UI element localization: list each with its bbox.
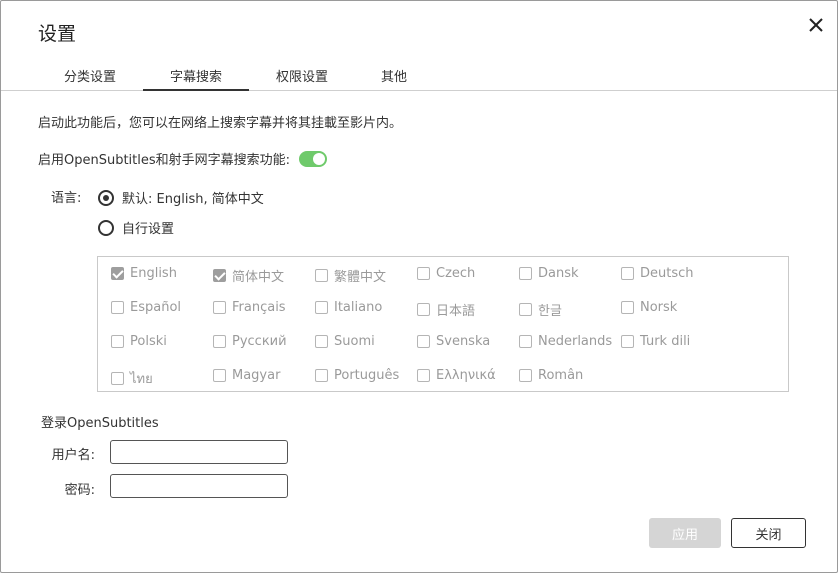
language-checkbox[interactable] <box>111 267 124 280</box>
language-option[interactable]: 简体中文 <box>213 266 284 285</box>
toggle-knob <box>313 152 326 165</box>
language-option-label: Svenska <box>436 334 491 349</box>
dialog-title: 设置 <box>38 23 77 45</box>
language-checkbox[interactable] <box>621 335 634 348</box>
language-checkbox[interactable] <box>315 369 328 382</box>
language-option-label: Nederlands <box>538 334 613 349</box>
password-label: 密码: <box>64 483 95 498</box>
language-option[interactable]: Nederlands <box>519 334 612 349</box>
language-option[interactable]: Svenska <box>417 334 490 349</box>
feature-description: 启动此功能后，您可以在网络上搜索字幕并将其挂載至影片内。 <box>38 116 403 131</box>
radio-default-language[interactable]: 默认: English, 简体中文 <box>98 188 264 207</box>
language-option[interactable]: Español <box>111 300 181 315</box>
language-option[interactable]: Norsk <box>621 300 677 315</box>
language-option[interactable]: Italiano <box>315 300 382 315</box>
language-option[interactable]: Turk dili <box>621 334 690 349</box>
language-checkbox[interactable] <box>417 267 430 280</box>
language-option-label: Magyar <box>232 368 281 383</box>
tab-category-settings[interactable]: 分类设置 <box>59 66 121 89</box>
language-option[interactable]: Deutsch <box>621 266 694 281</box>
enable-toggle[interactable] <box>299 150 328 167</box>
settings-dialog: 设置 分类设置 字幕搜索 权限设置 其他 启动此功能后，您可以在网络上搜索字幕并… <box>0 0 838 573</box>
language-checkbox[interactable] <box>213 335 226 348</box>
language-checkbox[interactable] <box>315 269 328 282</box>
radio-default-label: 默认: English, 简体中文 <box>122 192 264 207</box>
language-option[interactable]: Português <box>315 368 399 383</box>
radio-default-icon[interactable] <box>98 189 114 206</box>
language-option-label: Norsk <box>640 300 678 315</box>
language-option[interactable]: English <box>111 266 177 281</box>
language-option-label: Român <box>538 368 584 383</box>
language-option-label: 简体中文 <box>232 270 285 285</box>
language-option[interactable]: Polski <box>111 334 167 349</box>
language-checkbox[interactable] <box>111 335 124 348</box>
language-option-label: English <box>130 266 177 281</box>
language-option-label: Polski <box>130 334 167 349</box>
radio-custom-icon[interactable] <box>98 219 114 236</box>
language-option-label: Italiano <box>334 300 383 315</box>
language-checkbox[interactable] <box>417 303 430 316</box>
tab-subtitle-search[interactable]: 字幕搜索 <box>143 66 249 91</box>
language-option-label: Deutsch <box>640 266 694 281</box>
language-checkbox[interactable] <box>519 369 532 382</box>
language-option-label: Español <box>130 300 182 315</box>
language-checkbox[interactable] <box>519 267 532 280</box>
language-option[interactable]: 繁體中文 <box>315 266 386 285</box>
language-option-label: Ελληνικά <box>436 368 496 383</box>
enable-label: 启用OpenSubtitles和射手网字幕搜索功能: <box>38 153 291 168</box>
language-option[interactable]: Dansk <box>519 266 579 281</box>
language-option-label: Русский <box>232 334 287 349</box>
language-option-label: ไทย <box>130 372 153 387</box>
language-option[interactable]: Român <box>519 368 583 383</box>
close-button[interactable]: 关闭 <box>731 518 806 548</box>
enable-row: 启用OpenSubtitles和射手网字幕搜索功能: <box>38 149 328 168</box>
language-option-label: 繁體中文 <box>334 270 387 285</box>
language-checkbox[interactable] <box>213 301 226 314</box>
language-checkbox[interactable] <box>417 335 430 348</box>
language-option[interactable]: Ελληνικά <box>417 368 496 383</box>
language-option-label: Suomi <box>334 334 375 349</box>
language-checkbox[interactable] <box>621 301 634 314</box>
language-option[interactable]: 한글 <box>519 300 562 319</box>
language-checkbox[interactable] <box>213 369 226 382</box>
language-option[interactable]: ไทย <box>111 368 153 389</box>
language-checkbox-grid: English 简体中文 繁體中文 Czech Dansk Deutsch Español F… <box>97 256 789 392</box>
language-checkbox[interactable] <box>315 301 328 314</box>
language-checkbox[interactable] <box>621 267 634 280</box>
radio-custom-language[interactable]: 自行设置 <box>98 218 174 237</box>
language-option-label: 日本語 <box>436 304 476 319</box>
username-field[interactable] <box>110 440 288 464</box>
tab-other[interactable]: 其他 <box>373 66 415 89</box>
password-field[interactable] <box>110 474 288 498</box>
language-checkbox[interactable] <box>519 335 532 348</box>
language-option-label: Czech <box>436 266 476 281</box>
language-option[interactable]: Magyar <box>213 368 280 383</box>
tab-permission-settings[interactable]: 权限设置 <box>271 66 333 89</box>
language-option-label: Dansk <box>538 266 579 281</box>
language-option-label: Turk dili <box>640 334 691 349</box>
language-option-label: Français <box>232 300 286 315</box>
tab-bar: 分类设置 字幕搜索 权限设置 其他 <box>1 61 837 91</box>
language-checkbox[interactable] <box>417 369 430 382</box>
language-option-label: 한글 <box>538 304 562 319</box>
language-option[interactable]: Français <box>213 300 286 315</box>
login-title: 登录OpenSubtitles <box>41 416 159 431</box>
language-option[interactable]: Suomi <box>315 334 375 349</box>
language-option[interactable]: 日本語 <box>417 300 475 319</box>
language-checkbox[interactable] <box>213 269 226 282</box>
language-checkbox[interactable] <box>315 335 328 348</box>
language-option-label: Português <box>334 368 400 383</box>
language-checkbox[interactable] <box>519 303 532 316</box>
language-option[interactable]: Czech <box>417 266 475 281</box>
radio-custom-label: 自行设置 <box>122 222 175 237</box>
username-label: 用户名: <box>51 448 95 463</box>
language-option[interactable]: Русский <box>213 334 287 349</box>
apply-button[interactable]: 应用 <box>649 518 721 548</box>
close-icon[interactable] <box>805 14 827 36</box>
language-label: 语言: <box>51 191 82 206</box>
language-checkbox[interactable] <box>111 372 124 385</box>
language-checkbox[interactable] <box>111 301 124 314</box>
